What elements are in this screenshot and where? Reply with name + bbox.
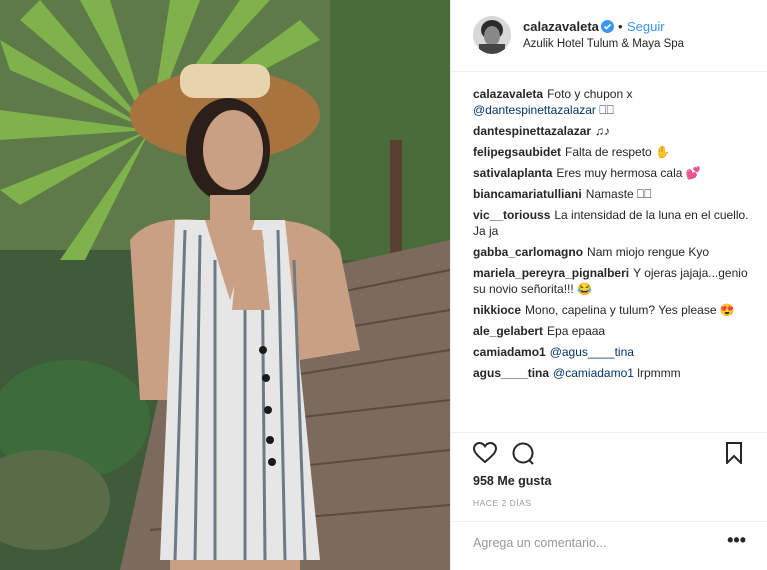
- heart-icon[interactable]: [472, 441, 498, 469]
- comment-emoji: 😂: [577, 282, 593, 296]
- post-username[interactable]: calazavaleta: [523, 19, 599, 34]
- comment-text: Eres muy hermosa cala: [556, 166, 683, 180]
- comment-emoji: 💕: [685, 166, 701, 180]
- mention[interactable]: @agus____tina: [550, 345, 634, 359]
- comment-user[interactable]: nikkioce: [473, 303, 521, 317]
- action-divider: [451, 432, 767, 434]
- comment-emoji: 😍: [719, 303, 735, 317]
- comment: biancamariatulliani Namaste ⎕⎕: [473, 186, 758, 202]
- comment-text: Falta de respeto: [565, 145, 652, 159]
- post-detail-panel: calazavaleta • Seguir Azulik Hotel Tulum…: [450, 0, 767, 570]
- post-header: calazavaleta • Seguir Azulik Hotel Tulum…: [451, 0, 767, 72]
- comment-user[interactable]: mariela_pereyra_pignalberi: [473, 266, 629, 280]
- comment-text: Nam miojo rengue Kyo: [587, 245, 710, 259]
- comment-user[interactable]: ale_gelabert: [473, 324, 543, 338]
- comments-list: calazavaleta Foto y chupon x @dantespinet…: [473, 86, 758, 386]
- comment-user[interactable]: felipegsaubidet: [473, 145, 561, 159]
- separator-dot: •: [618, 19, 623, 34]
- bookmark-icon[interactable]: [725, 442, 743, 469]
- comment: nikkioce Mono, capelina y tulum? Yes plea…: [473, 302, 758, 318]
- follow-button[interactable]: Seguir: [627, 19, 665, 34]
- comment: mariela_pereyra_pignalberi Y ojeras jajaj…: [473, 265, 758, 297]
- verified-icon: [601, 20, 614, 33]
- comment: dantespinettazalazar ♫♪: [473, 123, 758, 139]
- post-photo[interactable]: [0, 0, 450, 570]
- comment-user[interactable]: sativalaplanta: [473, 166, 552, 180]
- post-location[interactable]: Azulik Hotel Tulum & Maya Spa: [523, 38, 684, 50]
- comment-user[interactable]: agus____tina: [473, 366, 549, 380]
- comment: agus____tina @camiadamo1 lrpmmm: [473, 365, 758, 381]
- avatar[interactable]: [473, 16, 511, 54]
- comment: ale_gelabert Epa epaaa: [473, 323, 758, 339]
- mention[interactable]: @camiadamo1: [553, 366, 634, 380]
- comment: felipegsaubidet Falta de respeto ✋: [473, 144, 758, 160]
- comment-text: ♫♪: [595, 124, 611, 138]
- comment-emoji: ✋: [655, 145, 671, 159]
- comment-user[interactable]: calazavaleta: [473, 87, 543, 101]
- more-options-button[interactable]: •••: [727, 530, 746, 551]
- comment-user[interactable]: camiadamo1: [473, 345, 546, 359]
- like-count[interactable]: 958 Me gusta: [473, 474, 552, 488]
- comment-text: Foto y chupon x: [547, 87, 633, 101]
- comment-input[interactable]: Agrega un comentario...: [473, 536, 606, 550]
- comment-user[interactable]: vic__toriouss: [473, 208, 550, 222]
- photo-scene: [0, 0, 450, 570]
- comment-text: Namaste ⎕⎕: [585, 187, 652, 201]
- comment-icon[interactable]: [511, 442, 535, 471]
- comment-text: Mono, capelina y tulum? Yes please: [525, 303, 717, 317]
- comment-text: Epa epaaa: [547, 324, 606, 338]
- mention[interactable]: @dantespinettazalazar: [473, 103, 596, 117]
- comment: vic__toriouss La intensidad de la luna en…: [473, 207, 758, 239]
- comment-emoji: ⎕⎕: [599, 103, 614, 117]
- comment: camiadamo1 @agus____tina: [473, 344, 758, 360]
- comment-user[interactable]: gabba_carlomagno: [473, 245, 583, 259]
- post-timestamp: HACE 2 DÍAS: [473, 498, 532, 508]
- comment-text: lrpmmm: [637, 366, 681, 380]
- comment-user[interactable]: biancamariatulliani: [473, 187, 582, 201]
- comment: sativalaplanta Eres muy hermosa cala 💕: [473, 165, 758, 181]
- comment: gabba_carlomagno Nam miojo rengue Kyo: [473, 244, 758, 260]
- comment: calazavaleta Foto y chupon x @dantespinet…: [473, 86, 758, 118]
- comment-user[interactable]: dantespinettazalazar: [473, 124, 591, 138]
- comment-bar: Agrega un comentario... •••: [451, 521, 767, 570]
